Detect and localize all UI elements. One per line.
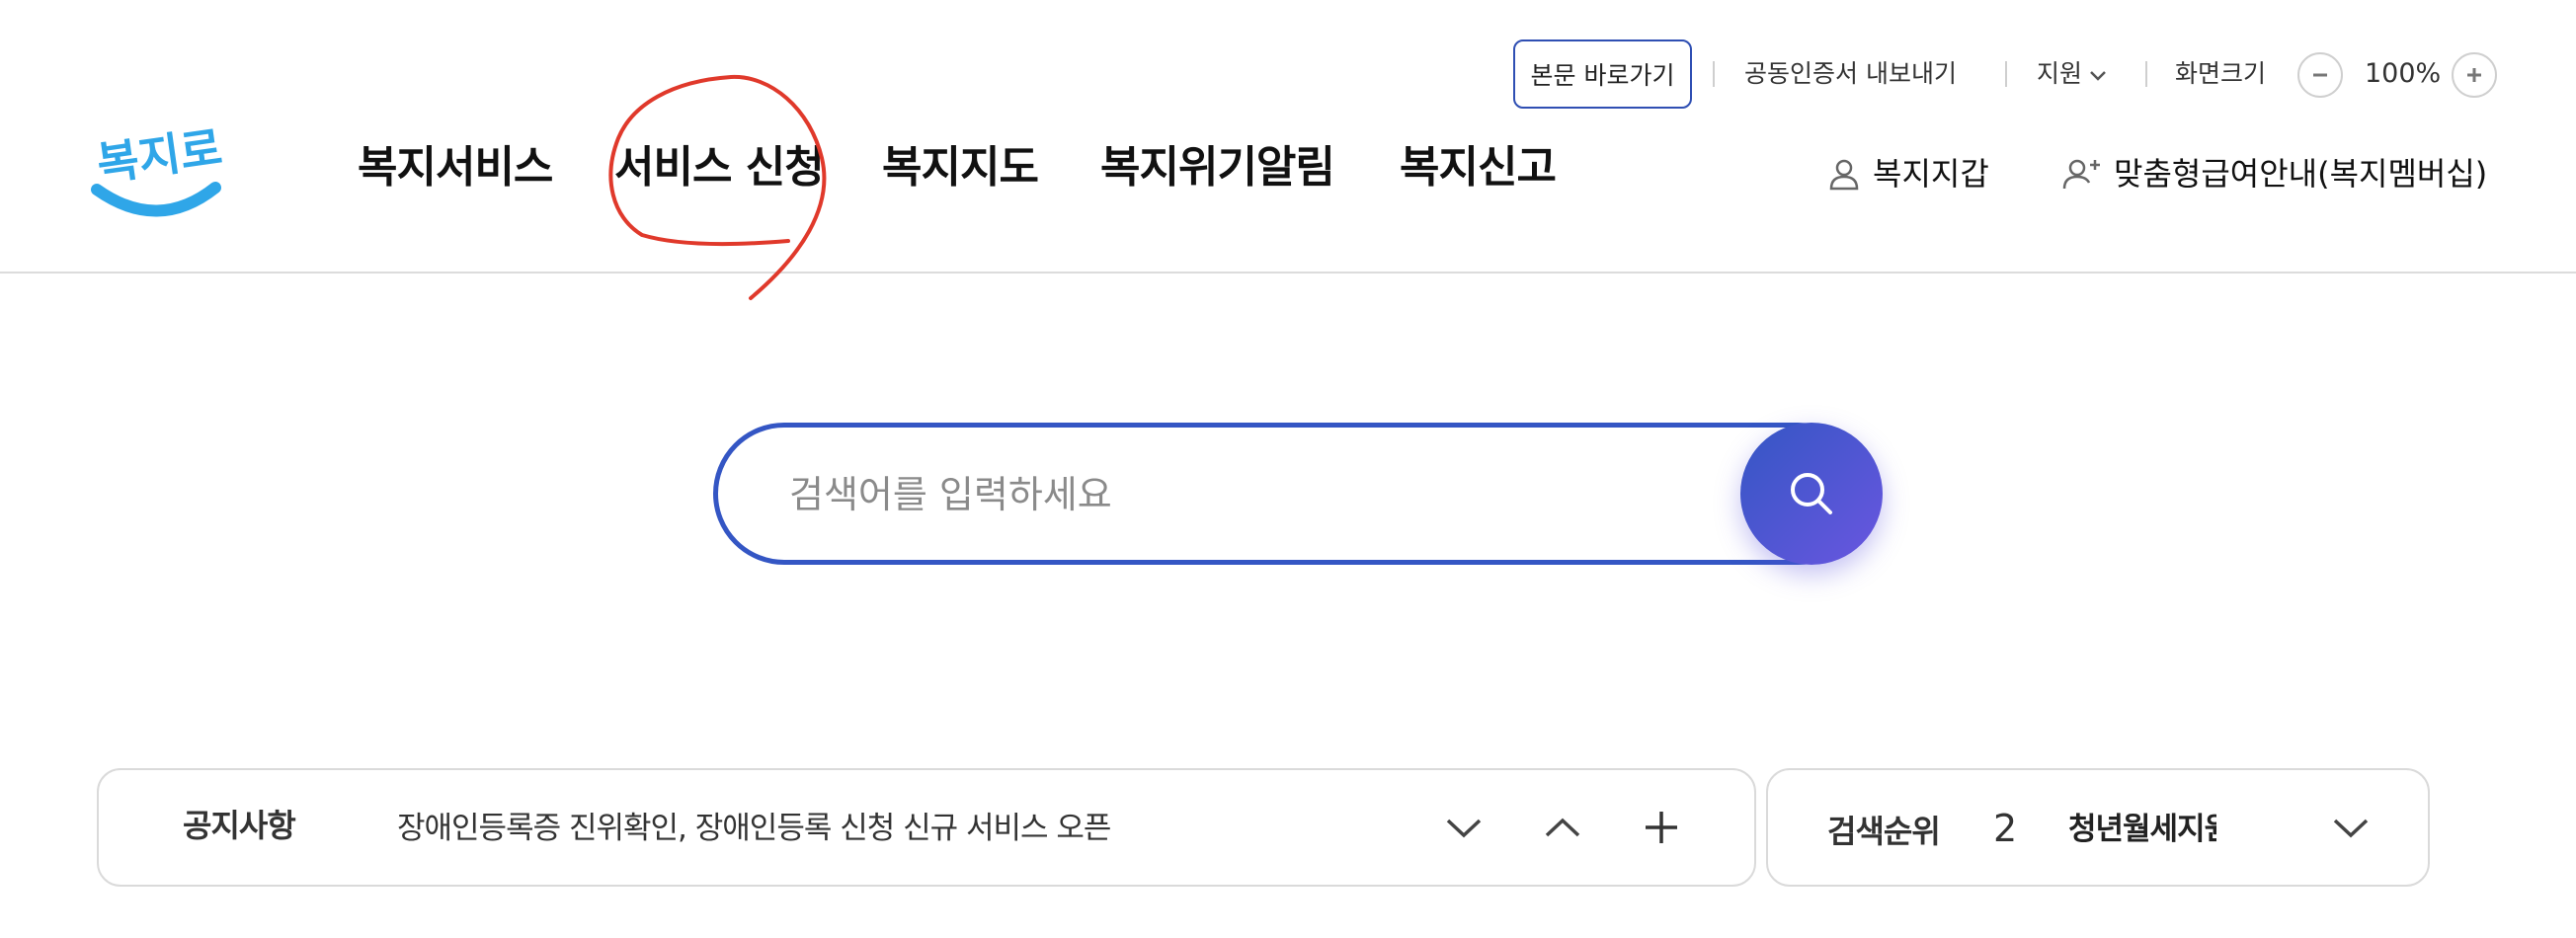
chevron-up-icon [1545, 818, 1580, 837]
notice-next-button[interactable] [1434, 798, 1493, 857]
header-divider [0, 272, 2576, 274]
plus-icon [1646, 812, 1677, 843]
nav-welfare-services[interactable]: 복지서비스 [358, 138, 553, 197]
membership-label: 맞춤형급여안내(복지멤버십) [2114, 155, 2488, 193]
search-box [713, 423, 1869, 565]
nav-service-apply[interactable]: 서비스 신청 [614, 138, 825, 197]
nav-crisis-alert[interactable]: 복지위기알림 [1100, 138, 1335, 197]
notice-text[interactable]: 장애인등록증 진위확인, 장애인등록 신청 신규 서비스 오픈 [397, 808, 1111, 849]
notice-more-button[interactable] [1632, 798, 1691, 857]
welfare-wallet-link[interactable]: 복지지갑 [1827, 152, 1989, 195]
bokjiro-logo[interactable]: 복지로 [89, 107, 237, 225]
zoom-in-button[interactable] [2452, 52, 2497, 98]
welfare-wallet-label: 복지지갑 [1873, 155, 1989, 193]
cert-export-link[interactable]: 공동인증서 내보내기 [1744, 57, 1957, 91]
search-icon [1791, 473, 1832, 514]
utility-divider [2005, 61, 2007, 87]
ranking-item[interactable]: 청년월세지원 [2068, 808, 2216, 851]
notice-label: 공지사항 [183, 807, 296, 844]
ranking-expand-button[interactable] [2321, 798, 2380, 857]
screen-size-label: 화면크기 [2175, 59, 2267, 88]
utility-divider [1713, 61, 1715, 87]
ranking-number: 2 [1993, 807, 2018, 850]
chevron-down-icon [2090, 71, 2106, 81]
notice-prev-button[interactable] [1533, 798, 1592, 857]
search-button[interactable] [1740, 423, 1883, 565]
membership-link[interactable]: 맞춤형급여안내(복지멤버십) [2062, 152, 2487, 195]
chevron-down-icon [2333, 819, 2369, 838]
search-input[interactable] [787, 457, 1680, 532]
zoom-level: 100% [2365, 58, 2442, 89]
nav-welfare-map[interactable]: 복지지도 [882, 138, 1039, 197]
chevron-down-icon [1446, 819, 1482, 838]
support-menu[interactable]: 지원 [2037, 57, 2108, 91]
svg-text:복지로: 복지로 [94, 120, 225, 191]
user-icon [1829, 159, 1859, 191]
support-label: 지원 [2037, 59, 2083, 88]
ranking-text: 청년월세지원 [2068, 812, 2216, 847]
plus-icon [2467, 68, 2481, 82]
minus-icon [2313, 73, 2327, 77]
zoom-out-button[interactable] [2297, 52, 2343, 98]
skip-to-content-button[interactable]: 본문 바로가기 [1513, 39, 1692, 109]
user-add-icon [2062, 159, 2100, 190]
utility-divider [2145, 61, 2147, 87]
logo-mark: 복지로 [91, 120, 225, 217]
ranking-label: 검색순위 [1827, 813, 1941, 850]
nav-welfare-report[interactable]: 복지신고 [1400, 138, 1557, 197]
